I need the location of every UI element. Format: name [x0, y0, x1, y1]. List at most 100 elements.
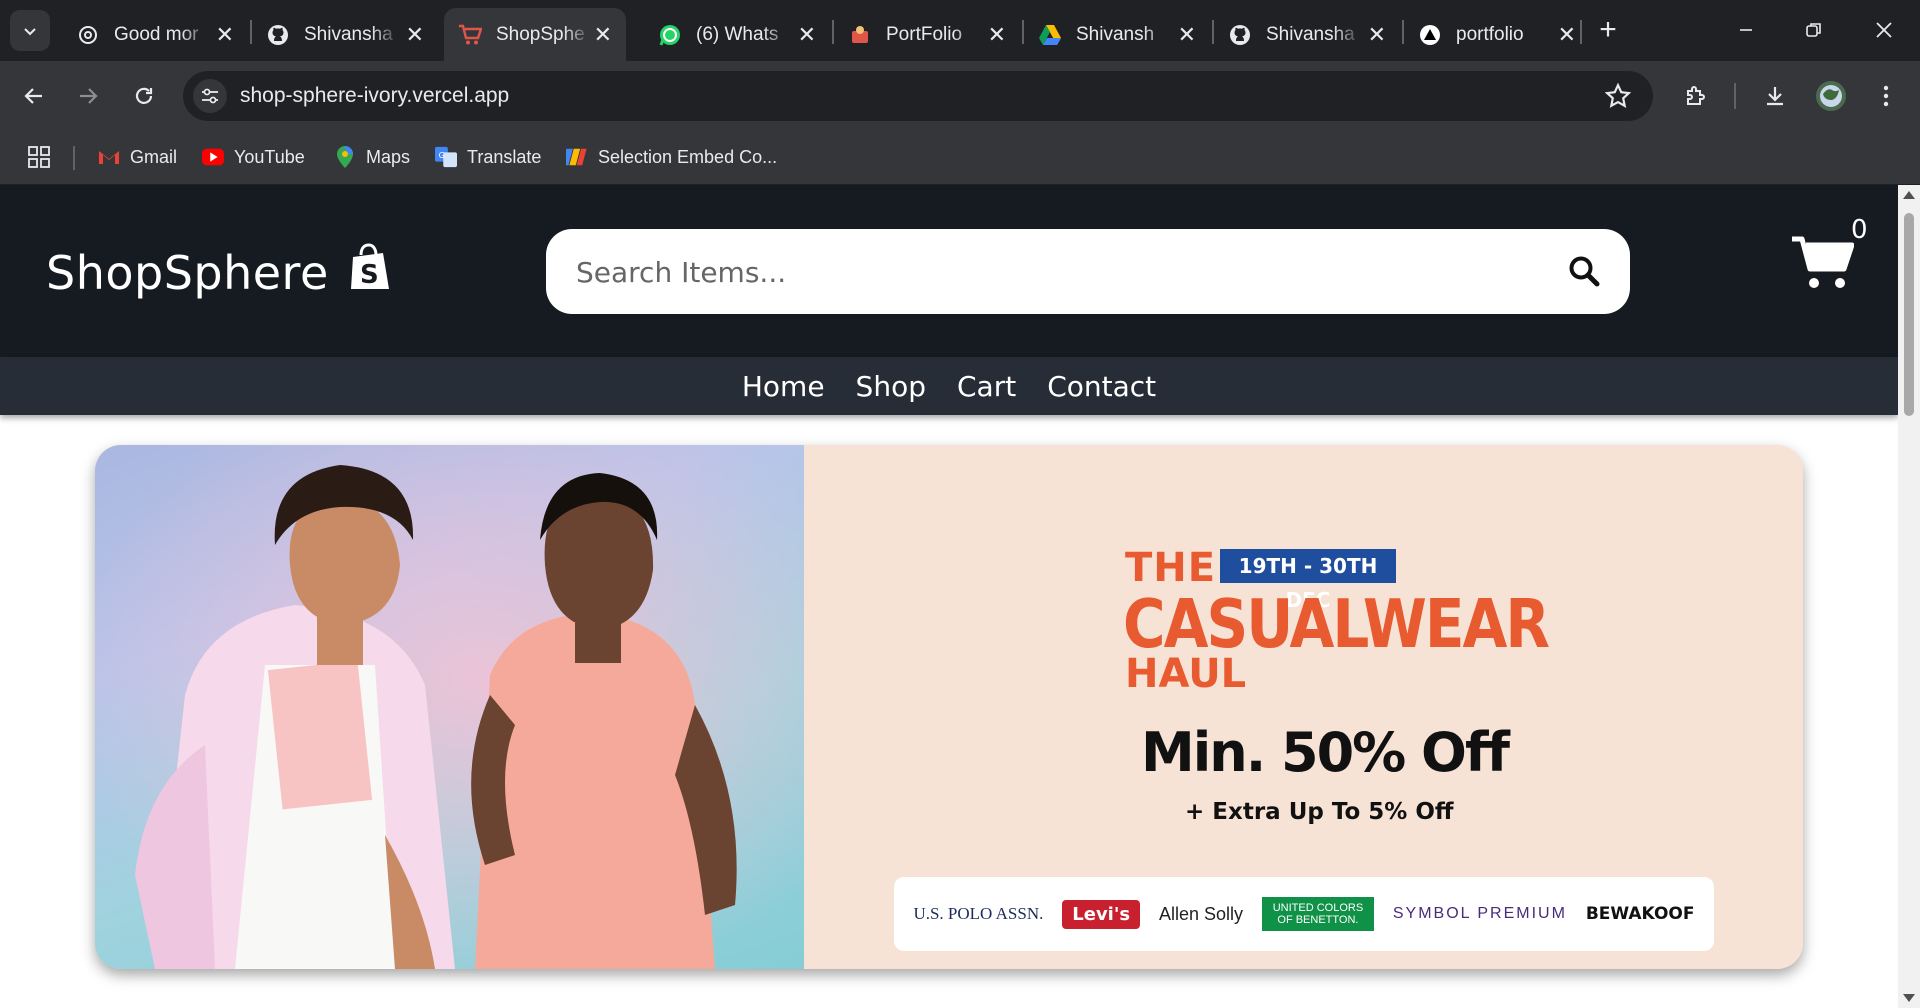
tab-title: Shivansha: [1266, 23, 1355, 45]
youtube-icon: [202, 146, 224, 168]
page-scrollbar[interactable]: [1898, 185, 1920, 1008]
models-illustration: [95, 445, 804, 969]
close-tab-icon[interactable]: ✕: [1178, 22, 1196, 48]
minimize-button[interactable]: [1716, 10, 1776, 50]
google-drive-icon: [1038, 23, 1062, 47]
banner-photo: [95, 445, 804, 969]
site-header: ShopSphere S 0: [0, 185, 1898, 357]
brand-logo-allen-solly: Allen Solly: [1158, 903, 1244, 924]
address-bar[interactable]: shop-sphere-ivory.vercel.app: [183, 71, 1653, 121]
promo-haul: HAUL: [1125, 651, 1247, 697]
chatgpt-icon: [76, 23, 100, 47]
tab-title: Shivansha: [304, 23, 393, 45]
nav-link-shop[interactable]: Shop: [856, 370, 926, 403]
bookmark-selection-embed[interactable]: Selection Embed Co...: [566, 142, 777, 172]
close-tab-icon[interactable]: ✕: [594, 22, 612, 48]
toolbar-divider: [1734, 83, 1736, 109]
scroll-up-arrow-icon[interactable]: [1903, 191, 1915, 199]
promo-offer: Min. 50% Off: [1141, 721, 1510, 784]
close-tab-icon[interactable]: ✕: [406, 22, 424, 48]
browser-tab[interactable]: Good mor ✕: [62, 8, 248, 61]
browser-tab[interactable]: Shivansha ✕: [1214, 8, 1400, 61]
main-nav: Home Shop Cart Contact: [0, 357, 1898, 415]
url-text[interactable]: shop-sphere-ivory.vercel.app: [240, 84, 509, 108]
restore-button[interactable]: [1784, 10, 1844, 50]
brand-logo-levis: Levi's: [1062, 899, 1141, 929]
bookmark-gmail[interactable]: Gmail: [98, 142, 177, 172]
close-tab-icon[interactable]: ✕: [988, 22, 1006, 48]
close-tab-icon[interactable]: ✕: [1558, 22, 1576, 48]
tab-title: Good mor: [114, 23, 199, 45]
tab-title: Shivansh: [1076, 23, 1155, 45]
nav-link-home[interactable]: Home: [742, 370, 825, 403]
promo-banner[interactable]: THE 19TH - 30TH DEC CASUALWEAR HAUL Min.…: [95, 445, 1803, 969]
close-icon: [1876, 22, 1892, 38]
apps-grid-icon: [28, 146, 50, 168]
github-icon: [266, 23, 290, 47]
gmail-icon: [98, 146, 120, 168]
browser-menu-button[interactable]: [1868, 78, 1904, 114]
apps-button[interactable]: [28, 142, 50, 172]
scrollbar-thumb[interactable]: [1904, 213, 1914, 416]
arrow-left-icon: [24, 88, 42, 104]
forward-button[interactable]: [70, 78, 106, 114]
embed-icon: [566, 146, 588, 168]
search-input[interactable]: [576, 249, 1506, 295]
reload-icon: [135, 87, 153, 104]
chevron-down-icon: [24, 27, 36, 35]
bookmark-label: Translate: [467, 146, 542, 167]
github-icon: [1228, 23, 1252, 47]
close-tab-icon[interactable]: ✕: [216, 22, 234, 48]
cart-button[interactable]: [1790, 235, 1855, 296]
tune-icon: [202, 88, 218, 104]
portfolio-icon: [848, 23, 872, 47]
back-button[interactable]: [16, 78, 52, 114]
browser-tab[interactable]: (6) Whats ✕: [644, 8, 830, 61]
cart-favicon: [458, 23, 482, 47]
browser-tab[interactable]: Shivansh ✕: [1024, 8, 1210, 61]
new-tab-button[interactable]: +: [1594, 12, 1622, 48]
tab-title: portfolio: [1456, 23, 1524, 45]
scroll-down-arrow-icon[interactable]: [1903, 994, 1915, 1002]
browser-tab-active[interactable]: ShopSphe ✕: [444, 8, 626, 61]
reload-button[interactable]: [126, 78, 162, 114]
vercel-icon: [1418, 23, 1442, 47]
tab-title: PortFolio: [886, 23, 963, 45]
promo-date-badge: 19TH - 30TH DEC: [1220, 549, 1396, 612]
shopping-cart-icon: [1792, 236, 1855, 288]
close-tab-icon[interactable]: ✕: [798, 22, 816, 48]
bookmark-star-icon[interactable]: [1604, 82, 1632, 114]
translate-icon: G: [435, 146, 457, 168]
browser-tab[interactable]: Shivansha ✕: [252, 8, 438, 61]
promo-extra-offer: + Extra Up To 5% Off: [1185, 799, 1454, 825]
tab-title: (6) Whats: [696, 23, 779, 45]
brand-logo-uspolo: U.S. POLO ASSN.: [913, 904, 1044, 923]
browser-tab[interactable]: portfolio ✕: [1404, 8, 1590, 61]
minimize-icon: [1740, 29, 1752, 31]
bookmark-divider: [73, 146, 75, 170]
bookmark-label: Maps: [366, 146, 411, 167]
browser-toolbar: shop-sphere-ivory.vercel.app: [0, 61, 1920, 130]
site-logo[interactable]: ShopSphere S: [46, 243, 391, 302]
bookmark-youtube[interactable]: YouTube: [202, 142, 305, 172]
downloads-button[interactable]: [1757, 78, 1793, 114]
bookmark-maps[interactable]: Maps: [334, 142, 410, 172]
close-window-button[interactable]: [1854, 10, 1914, 50]
profile-avatar[interactable]: [1813, 78, 1849, 114]
bookmark-label: YouTube: [234, 146, 305, 167]
restore-icon: [1806, 23, 1821, 37]
svg-text:G: G: [439, 150, 445, 160]
more-vert-icon: [1883, 85, 1889, 107]
site-info-button[interactable]: [193, 79, 227, 113]
nav-link-contact[interactable]: Contact: [1047, 370, 1156, 403]
nav-link-cart[interactable]: Cart: [957, 370, 1016, 403]
search-button[interactable]: [1564, 251, 1604, 291]
bookmark-label: Selection Embed Co...: [598, 146, 778, 167]
browser-tab[interactable]: PortFolio ✕: [834, 8, 1020, 61]
extensions-button[interactable]: [1677, 78, 1713, 114]
close-tab-icon[interactable]: ✕: [1368, 22, 1386, 48]
shopping-bag-icon: S: [347, 243, 391, 302]
page-viewport: ShopSphere S 0 Home Shop Cart Contact: [0, 185, 1898, 1008]
tab-search-button[interactable]: [10, 10, 50, 51]
bookmark-translate[interactable]: G Translate: [435, 142, 541, 172]
